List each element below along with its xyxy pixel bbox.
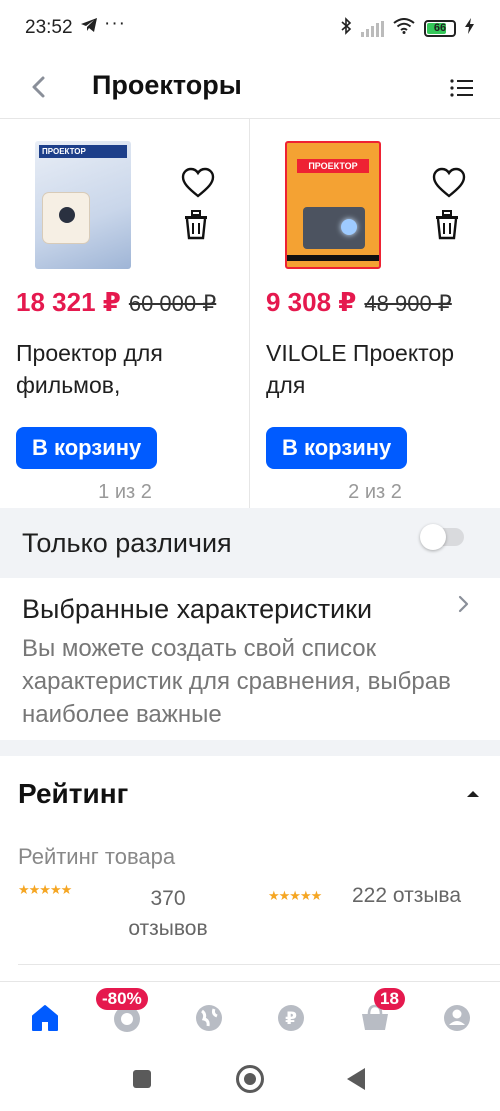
product-card[interactable]: ПРОЕКТОР 9 308 ₽ 48 900 ₽ VILOLE Проекто… — [250, 119, 500, 509]
rating-label: Рейтинг товара — [18, 844, 176, 869]
price-old: 60 000 ₽ — [128, 291, 217, 316]
system-navigation — [0, 1049, 500, 1111]
product-image[interactable]: ПРОЕКТОР — [285, 141, 381, 269]
telegram-icon — [80, 17, 98, 38]
trash-icon[interactable] — [181, 209, 211, 241]
product-image-label: ПРОЕКТОР — [297, 159, 369, 173]
battery-level: 66 — [433, 22, 447, 34]
product-card[interactable]: ПРОЕКТОР 18 321 ₽ 60 000 ₽ Проектор для … — [0, 119, 250, 509]
heart-icon[interactable] — [432, 167, 466, 199]
chevron-right-icon[interactable] — [456, 592, 472, 616]
differences-row: Только различия — [0, 508, 500, 578]
review-count[interactable]: 222 отзыва — [352, 884, 461, 908]
bluetooth-icon — [340, 17, 352, 40]
product-name[interactable]: VILOLE Проектор для — [266, 337, 486, 401]
home-icon[interactable] — [28, 1002, 62, 1034]
star-rating: ★★★★★ — [18, 882, 72, 897]
differences-toggle[interactable] — [420, 524, 464, 550]
section-divider — [0, 740, 500, 756]
cart-badge: 18 — [374, 988, 405, 1010]
pager-label: 2 из 2 — [348, 481, 402, 503]
heart-icon[interactable] — [181, 167, 215, 199]
recent-apps-button[interactable] — [133, 1070, 151, 1088]
status-time: 23:52 — [25, 17, 73, 38]
price-current: 9 308 ₽ — [266, 287, 357, 317]
back-button[interactable] — [24, 70, 54, 104]
rating-heading: Рейтинг — [18, 778, 129, 809]
charging-icon — [465, 18, 474, 39]
price-block: 9 308 ₽ 48 900 ₽ — [266, 287, 452, 318]
bottom-navigation: -80% ₽ 18 — [0, 981, 500, 1049]
svg-text:₽: ₽ — [285, 1009, 297, 1029]
product-name[interactable]: Проектор для фильмов, — [16, 337, 236, 401]
globe-icon[interactable] — [192, 1002, 226, 1034]
selected-characteristics[interactable]: Выбранные характеристики Вы можете созда… — [0, 578, 500, 740]
price-block: 18 321 ₽ 60 000 ₽ — [16, 287, 216, 318]
review-count[interactable]: 370 отзывов — [118, 884, 218, 944]
app-header: Проекторы — [0, 58, 500, 118]
rating-section: Рейтинг Рейтинг товара ★★★★★ 370 отзывов… — [0, 756, 500, 981]
trash-icon[interactable] — [432, 209, 462, 241]
ruble-icon[interactable]: ₽ — [274, 1002, 308, 1034]
selected-characteristics-description: Вы можете создать свой список характерис… — [22, 635, 451, 728]
discount-badge: -80% — [96, 988, 148, 1010]
star-rating: ★★★★★ — [268, 888, 322, 903]
battery-icon: 66 — [424, 20, 456, 37]
comparison-cards: ПРОЕКТОР 18 321 ₽ 60 000 ₽ Проектор для … — [0, 118, 500, 509]
differences-label: Только различия — [22, 528, 232, 558]
selected-characteristics-title: Выбранные характеристики — [22, 594, 373, 624]
system-back-button[interactable] — [347, 1068, 365, 1090]
status-bar: 23:52 ··· 66 — [0, 0, 500, 58]
chevron-up-icon[interactable] — [466, 786, 480, 797]
page-title: Проекторы — [92, 70, 242, 100]
profile-icon[interactable] — [440, 1002, 474, 1034]
product-image[interactable]: ПРОЕКТОР — [35, 141, 131, 269]
add-to-cart-button[interactable]: В корзину — [16, 427, 158, 469]
price-current: 18 321 ₽ — [16, 287, 121, 317]
more-dots-icon: ··· — [104, 13, 126, 34]
price-old: 48 900 ₽ — [364, 291, 452, 316]
pager-label: 1 из 2 — [98, 481, 152, 503]
wifi-icon — [393, 18, 415, 39]
product-image-label: ПРОЕКТОР — [39, 145, 127, 158]
home-button[interactable] — [236, 1065, 264, 1093]
signal-icon — [361, 20, 384, 37]
list-menu-icon[interactable] — [448, 74, 476, 102]
add-to-cart-button[interactable]: В корзину — [266, 427, 408, 469]
